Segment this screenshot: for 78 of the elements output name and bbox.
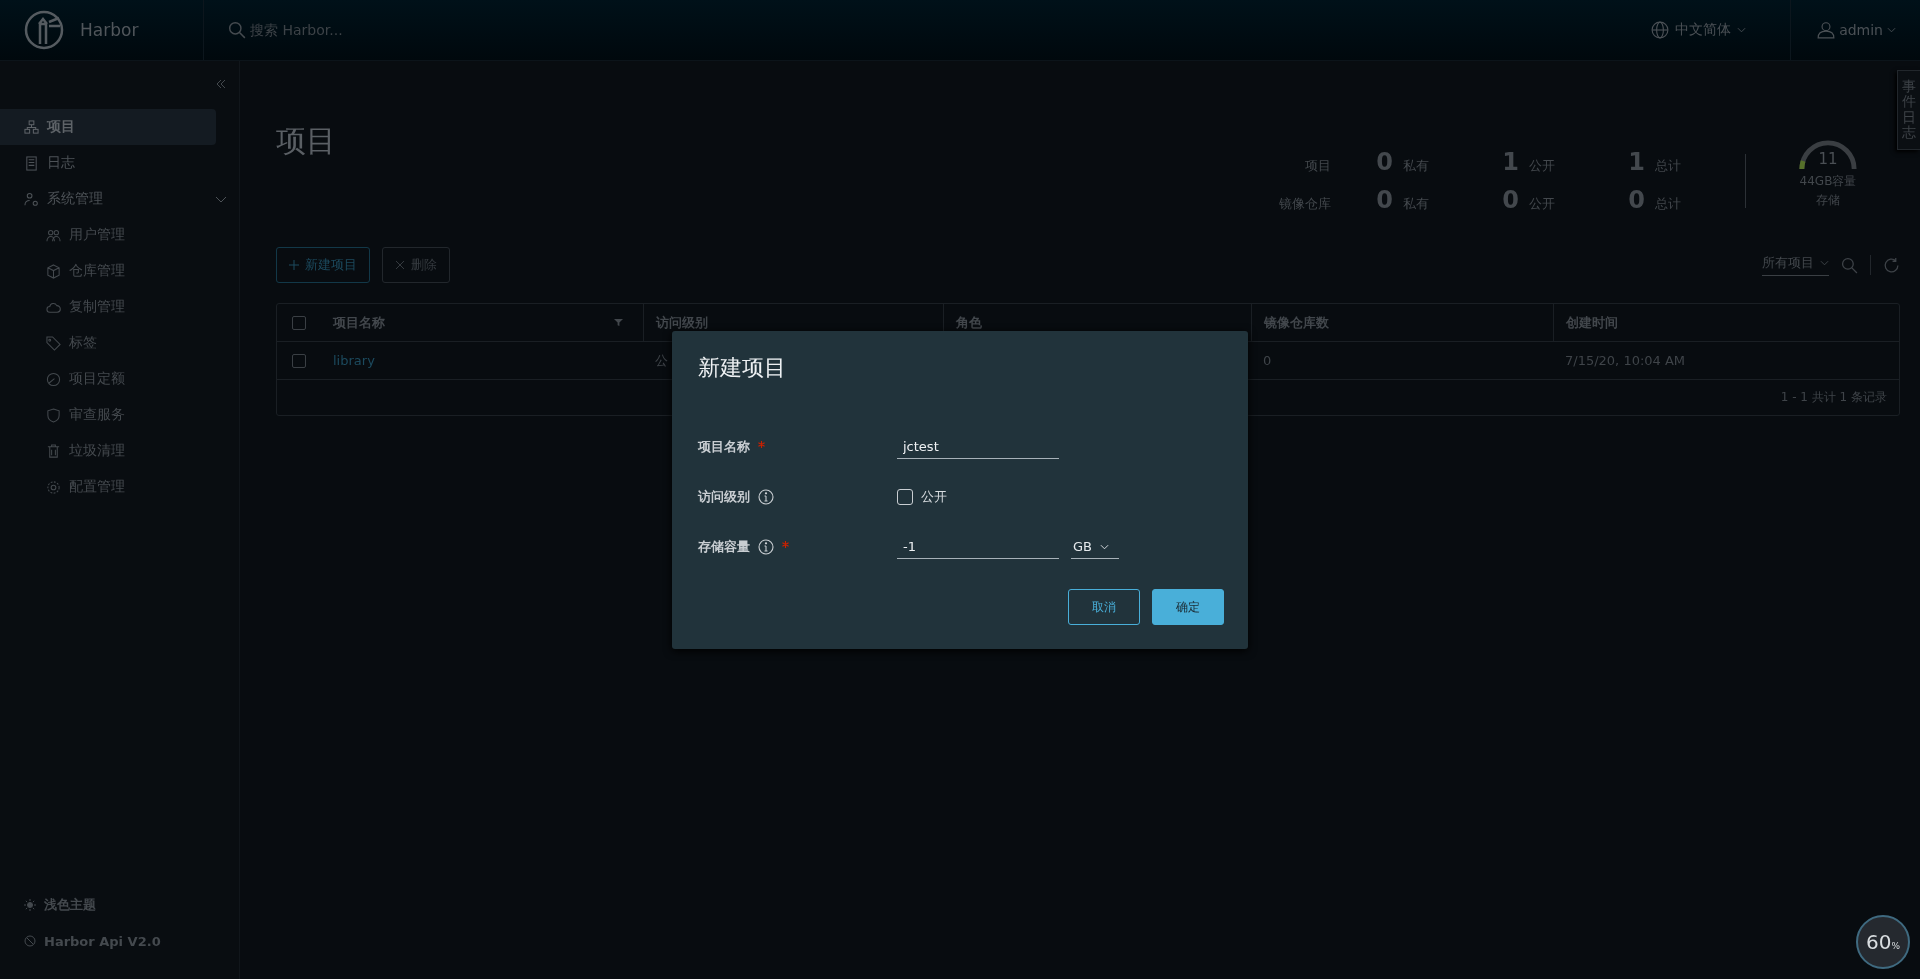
sidebar-item[interactable]: 日志 (0, 145, 239, 181)
stat-label: 公开 (1529, 195, 1556, 213)
user-gear-icon (24, 191, 39, 207)
column-header: 访问级别 (656, 313, 708, 332)
globe-icon (1651, 21, 1670, 39)
brand-name: Harbor (80, 20, 139, 40)
caret-icon (1820, 260, 1829, 266)
cancel-button[interactable]: 取消 (1068, 589, 1140, 625)
cube-icon (46, 263, 61, 279)
project-name-input[interactable]: jctest (897, 435, 1059, 459)
stat-label: 项目 (1304, 157, 1331, 175)
stat-value: 1 (1501, 148, 1520, 176)
stat-value: 0 (1375, 148, 1394, 176)
stat-label: 私有 (1403, 157, 1430, 175)
nodes-icon (24, 119, 39, 135)
caret-icon (1100, 543, 1109, 550)
stat-label: 私有 (1403, 195, 1430, 213)
confirm-button[interactable]: 确定 (1152, 589, 1224, 625)
collapse-icon[interactable] (215, 79, 227, 89)
sidebar-item[interactable]: 项目 (0, 109, 216, 145)
field-label: 存储容量 (698, 538, 750, 556)
dialog-title: 新建项目 (698, 354, 787, 382)
sidebar-footer-item[interactable]: 浅色主题 (0, 887, 239, 923)
circle-slash-icon (24, 935, 36, 947)
sidebar-item[interactable]: 系统管理 (0, 181, 239, 217)
checkbox-label: 公开 (921, 488, 947, 506)
sidebar-footer-item[interactable]: Harbor Api V2.0 (0, 923, 239, 959)
public-checkbox[interactable] (897, 489, 913, 505)
user-menu[interactable]: admin (1817, 21, 1896, 39)
select-all-checkbox[interactable] (292, 315, 306, 330)
table-cell: 7/15/20, 10:04 AM (1565, 353, 1686, 368)
stat-value: 0 (1501, 186, 1520, 214)
lighthouse-logo-icon (24, 10, 64, 50)
info-icon[interactable] (758, 539, 774, 555)
info-icon[interactable] (758, 489, 774, 505)
column-header: 角色 (956, 313, 982, 332)
sidebar-item[interactable]: 标签 (0, 325, 239, 361)
refresh-icon[interactable] (1883, 256, 1900, 274)
new-project-button[interactable]: 新建项目 (276, 247, 370, 283)
filter-icon[interactable] (614, 318, 623, 327)
table-cell: 0 (1263, 353, 1272, 368)
column-header: 创建时间 (1566, 313, 1618, 332)
column-header: 项目名称 (333, 313, 385, 332)
field-label: 项目名称 (698, 438, 750, 456)
stat-value: 0 (1627, 186, 1646, 214)
search-field[interactable]: 搜索 Harbor... (248, 21, 552, 39)
stat-label: 公开 (1529, 157, 1556, 175)
plus-icon (289, 260, 299, 270)
gear-icon (46, 479, 61, 495)
storage-value: 11 (1818, 149, 1838, 168)
stat-value: 0 (1375, 186, 1394, 214)
trash-icon (46, 443, 61, 459)
sidebar-item[interactable]: 项目定额 (0, 361, 239, 397)
storage-quota-input[interactable]: -1 (897, 535, 1059, 559)
tag-icon (46, 335, 61, 351)
search-icon (228, 21, 246, 39)
shield-icon (46, 407, 61, 423)
gauge-icon (46, 371, 61, 387)
close-icon (395, 260, 405, 270)
caret-icon (1737, 27, 1747, 33)
progress-badge: 60% (1856, 915, 1910, 969)
search-icon[interactable] (1841, 256, 1858, 274)
project-link[interactable]: library (333, 353, 375, 368)
project-filter-dropdown[interactable]: 所有项目 (1762, 254, 1829, 276)
page-title: 项目 (276, 122, 336, 160)
stat-value: 1 (1627, 148, 1646, 176)
sun-icon (24, 899, 36, 911)
document-icon (24, 155, 39, 171)
caret-icon (1887, 27, 1896, 33)
users-icon (46, 227, 61, 243)
language-menu[interactable]: 中文简体 (1651, 21, 1747, 39)
unit-dropdown[interactable]: GB (1071, 535, 1119, 559)
field-label: 访问级别 (698, 488, 750, 506)
row-checkbox[interactable] (292, 353, 306, 368)
user-icon (1817, 21, 1836, 39)
sidebar-item[interactable]: 审查服务 (0, 397, 239, 433)
column-header: 镜像仓库数 (1264, 313, 1329, 332)
stat-label: 镜像仓库 (1278, 195, 1331, 213)
